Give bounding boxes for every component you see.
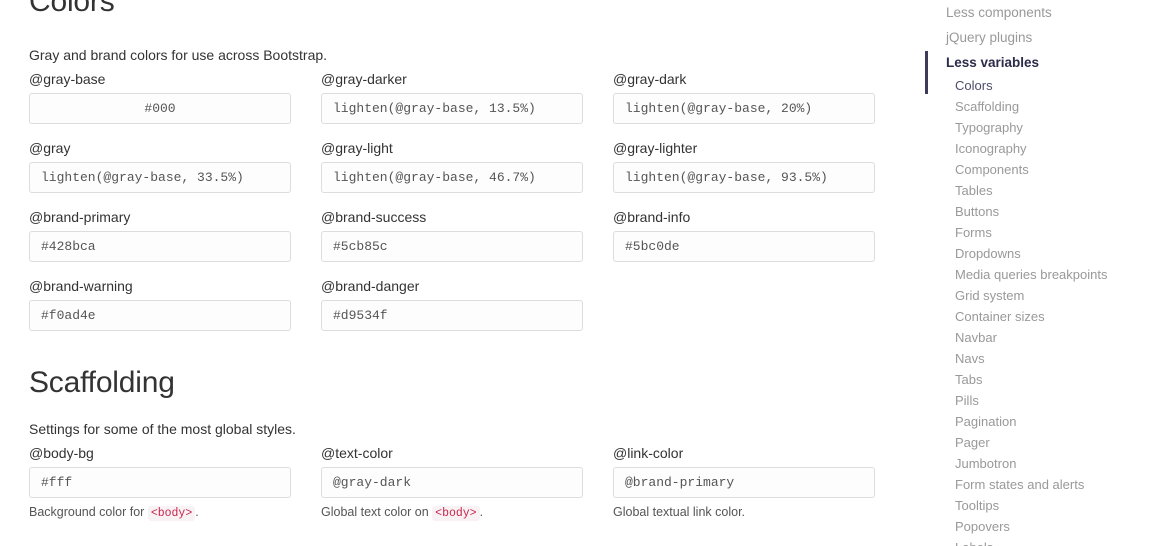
- input-brand-success[interactable]: [321, 231, 583, 262]
- section-description-scaffolding: Settings for some of the most global sty…: [29, 421, 296, 437]
- field-label: @brand-info: [613, 209, 691, 225]
- sidebar-item-colors[interactable]: Colors: [905, 75, 1154, 96]
- sidebar-item-less-components[interactable]: Less components: [905, 0, 1154, 25]
- sidebar-item-jumbotron[interactable]: Jumbotron: [905, 453, 1154, 474]
- field-brand-success: @brand-success: [321, 208, 583, 262]
- field-label: @text-color: [321, 445, 393, 461]
- field-gray-darker: @gray-darker: [321, 70, 583, 124]
- sidebar-item-components[interactable]: Components: [905, 159, 1154, 180]
- sidebar-item-labels[interactable]: Labels: [905, 537, 1154, 546]
- sidebar-item-pager[interactable]: Pager: [905, 432, 1154, 453]
- help-text-link-color: Global textual link color.: [613, 505, 746, 519]
- sidebar-item-tabs[interactable]: Tabs: [905, 369, 1154, 390]
- section-description-colors: Gray and brand colors for use across Boo…: [29, 47, 328, 63]
- input-brand-primary[interactable]: [29, 231, 291, 262]
- input-body-bg[interactable]: [29, 467, 291, 498]
- help-text-text-color: Global text color on <body>.: [321, 504, 583, 522]
- field-label: @brand-danger: [321, 278, 420, 294]
- sidebar-item-popovers[interactable]: Popovers: [905, 516, 1154, 537]
- sidebar-item-pills[interactable]: Pills: [905, 390, 1154, 411]
- sidebar-item-navs[interactable]: Navs: [905, 348, 1154, 369]
- field-label: @gray-base: [29, 71, 106, 87]
- help-text-body-bg: Background color for <body>.: [29, 504, 291, 522]
- sidebar-nav: Less components jQuery plugins Less variab…: [905, 0, 1154, 546]
- field-gray-light: @gray-light: [321, 139, 583, 193]
- field-label: @gray-light: [321, 140, 393, 156]
- help-text-suffix: .: [479, 505, 484, 519]
- field-label: @link-color: [613, 445, 684, 461]
- field-text-color: @text-color Global text color on <body>.: [321, 444, 583, 522]
- field-label: @body-bg: [29, 445, 94, 461]
- input-brand-warning[interactable]: [29, 300, 291, 331]
- sidebar-item-scaffolding[interactable]: Scaffolding: [905, 96, 1154, 117]
- field-body-bg: @body-bg Background color for <body>.: [29, 444, 291, 522]
- sidebar-item-container-sizes[interactable]: Container sizes: [905, 306, 1154, 327]
- field-label: @gray-lighter: [613, 140, 698, 156]
- help-text-suffix: .: [195, 505, 199, 519]
- variables-form-panel: Colors Gray and brand colors for use acr…: [0, 0, 905, 546]
- input-text-color[interactable]: [321, 467, 583, 498]
- sidebar-item-iconography[interactable]: Iconography: [905, 138, 1154, 159]
- input-link-color[interactable]: [613, 467, 875, 498]
- field-label: @gray-darker: [321, 71, 407, 87]
- sidebar-item-typography[interactable]: Typography: [905, 117, 1154, 138]
- sidebar-item-pagination[interactable]: Pagination: [905, 411, 1154, 432]
- input-gray-dark[interactable]: [613, 93, 875, 124]
- input-brand-danger[interactable]: [321, 300, 583, 331]
- input-gray-lighter[interactable]: [613, 162, 875, 193]
- sidebar-item-navbar[interactable]: Navbar: [905, 327, 1154, 348]
- sidebar-item-form-states-and-alerts[interactable]: Form states and alerts: [905, 474, 1154, 495]
- field-label: @brand-warning: [29, 278, 133, 294]
- field-label: @brand-primary: [29, 209, 131, 225]
- sidebar-item-tooltips[interactable]: Tooltips: [905, 495, 1154, 516]
- field-brand-danger: @brand-danger: [321, 277, 583, 331]
- help-text-prefix: Background color for: [29, 505, 148, 519]
- input-gray-light[interactable]: [321, 162, 583, 193]
- sidebar-item-less-variables[interactable]: Less variables: [905, 50, 1154, 75]
- input-brand-info[interactable]: [613, 231, 875, 262]
- sidebar-item-jquery-plugins[interactable]: jQuery plugins: [905, 25, 1154, 50]
- input-gray-base[interactable]: [29, 93, 291, 124]
- field-label: @gray-dark: [613, 71, 687, 87]
- sidebar-item-grid-system[interactable]: Grid system: [905, 285, 1154, 306]
- field-link-color: @link-color Global textual link color.: [613, 444, 875, 520]
- sidebar-nav-list: Less components jQuery plugins Less variab…: [905, 0, 1154, 546]
- field-gray: @gray: [29, 139, 291, 193]
- field-gray-lighter: @gray-lighter: [613, 139, 875, 193]
- input-gray[interactable]: [29, 162, 291, 193]
- code-tag-body: <body>: [432, 506, 480, 521]
- field-brand-warning: @brand-warning: [29, 277, 291, 331]
- field-gray-base: @gray-base: [29, 70, 291, 124]
- field-brand-info: @brand-info: [613, 208, 875, 262]
- sidebar-item-dropdowns[interactable]: Dropdowns: [905, 243, 1154, 264]
- code-tag-body: <body>: [147, 506, 196, 521]
- field-label: @brand-success: [321, 209, 427, 225]
- help-text-prefix: Global text color on: [321, 505, 433, 519]
- field-clipped: [613, 541, 875, 546]
- sidebar-item-tables[interactable]: Tables: [905, 180, 1154, 201]
- field-label: @gray: [29, 140, 71, 156]
- sidebar-item-forms[interactable]: Forms: [905, 222, 1154, 243]
- page-title-colors: Colors: [29, 0, 115, 18]
- input-gray-darker[interactable]: [321, 93, 583, 124]
- field-gray-dark: @gray-dark: [613, 70, 875, 124]
- sidebar-item-buttons[interactable]: Buttons: [905, 201, 1154, 222]
- field-brand-primary: @brand-primary: [29, 208, 291, 262]
- page-title-scaffolding: Scaffolding: [29, 366, 175, 399]
- sidebar-item-media-queries-breakpoints[interactable]: Media queries breakpoints: [905, 264, 1154, 285]
